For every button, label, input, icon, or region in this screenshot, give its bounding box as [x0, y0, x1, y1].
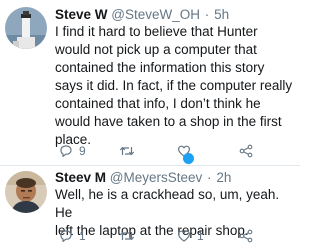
tweet-actions: 9	[55, 141, 295, 161]
reply-button[interactable]: 9	[59, 141, 86, 161]
retweet-icon	[119, 231, 135, 241]
header-separator: ·	[207, 170, 212, 185]
timestamp[interactable]: 2h	[216, 170, 231, 185]
avatar[interactable]	[5, 7, 47, 49]
display-name[interactable]: Steev M	[55, 170, 106, 185]
tweet-text-line: contained the information this story	[55, 60, 265, 75]
share-button[interactable]	[239, 226, 253, 246]
share-icon	[239, 144, 253, 158]
user-handle[interactable]: @MeyersSteev	[110, 170, 202, 185]
person-avatar-icon	[5, 171, 47, 213]
reply-icon	[60, 145, 72, 157]
tweet-actions: 1 1	[55, 226, 295, 246]
like-count: 1	[197, 229, 204, 243]
tweet-text-line: I find it hard to believe that Hunter	[55, 24, 258, 39]
share-button[interactable]	[239, 141, 253, 161]
timestamp[interactable]: 5h	[214, 7, 229, 22]
retweet-icon	[119, 146, 135, 156]
tweet[interactable]: Steve W @SteveW_OH · 5h I find it hard t…	[0, 0, 300, 166]
tweet-text-line: Well, he is a crackhead so, um, yeah. He	[55, 187, 280, 220]
tweet-header: Steev M @MeyersSteev · 2h	[55, 170, 231, 186]
tweet-text-line: says it did. In fact, if the computer re…	[55, 78, 293, 93]
user-handle[interactable]: @SteveW_OH	[111, 7, 200, 22]
lighthouse-avatar-icon	[5, 7, 47, 49]
tweet-header: Steve W @SteveW_OH · 5h	[55, 7, 229, 23]
share-icon	[239, 229, 253, 243]
reply-button[interactable]: 1	[59, 226, 86, 246]
tweet[interactable]: Steev M @MeyersSteev · 2h Well, he is a …	[0, 166, 300, 250]
tweet-text: I find it hard to believe that Hunter wou…	[55, 23, 298, 149]
header-separator: ·	[204, 7, 210, 22]
like-button[interactable]: 1	[177, 226, 204, 246]
heart-icon	[178, 230, 190, 242]
retweet-button[interactable]	[119, 226, 141, 246]
display-name[interactable]: Steve W	[55, 7, 108, 22]
tweet-text-line: would not pick up a computer that	[55, 42, 257, 57]
touch-indicator	[183, 153, 194, 164]
reply-icon	[60, 230, 72, 242]
reply-count: 1	[79, 229, 86, 243]
retweet-button[interactable]	[119, 141, 141, 161]
tweet-text-line: contained that info, I don’t think he	[55, 96, 261, 111]
tweet-text-line: would have taken to a shop in the first	[55, 114, 282, 129]
reply-count: 9	[79, 144, 86, 158]
avatar[interactable]	[5, 171, 47, 213]
